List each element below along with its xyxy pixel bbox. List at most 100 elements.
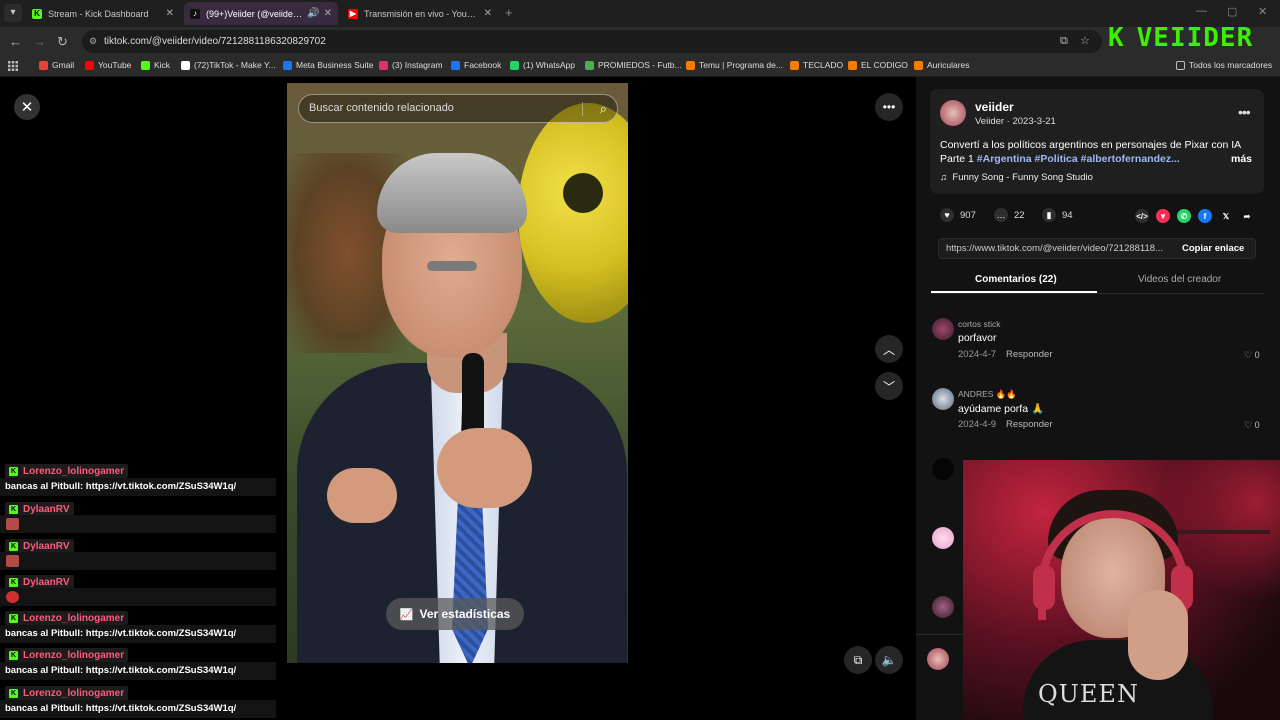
- chat-username-text: Lorenzo_lolinogamer: [23, 465, 125, 477]
- bookmark-label: Auriculares: [927, 60, 970, 70]
- chat-username: K Lorenzo_lolinogamer: [5, 464, 129, 478]
- bookmark-whatsapp[interactable]: (1) WhatsApp: [510, 60, 575, 70]
- bookmark-auriculares[interactable]: Auriculares: [914, 60, 970, 70]
- bookmark-meta[interactable]: Meta Business Suite: [283, 60, 373, 70]
- comment-button[interactable]: … 22: [994, 208, 1025, 222]
- volume-button[interactable]: 🔈: [875, 646, 903, 674]
- chat-username-text: Lorenzo_lolinogamer: [23, 687, 125, 699]
- reply-button[interactable]: Responder: [1006, 349, 1052, 360]
- bookmark-label: Facebook: [464, 60, 502, 70]
- apps-grid-icon[interactable]: [8, 61, 18, 71]
- kick-badge-icon: K: [9, 504, 18, 514]
- save-button[interactable]: ▮ 94: [1042, 208, 1073, 222]
- copy-link-button[interactable]: Copiar enlace: [1182, 243, 1244, 254]
- bookmark-temu[interactable]: Temu | Programa de...: [686, 60, 783, 70]
- bookmark-kick[interactable]: Kick: [141, 60, 170, 70]
- bookmark-facebook[interactable]: Facebook: [451, 60, 501, 70]
- reply-button[interactable]: Responder: [1006, 419, 1052, 430]
- tab-search-icon[interactable]: ▾: [4, 4, 22, 22]
- bookmark-instagram[interactable]: (3) Instagram: [379, 60, 443, 70]
- comment-username[interactable]: ANDRES 🔥🔥: [958, 389, 1017, 400]
- embed-icon[interactable]: </>: [1135, 209, 1149, 223]
- like-button[interactable]: ♥ 907: [940, 208, 976, 222]
- tab-creator-videos[interactable]: Videos del creador: [1138, 274, 1221, 285]
- meta-icon: [283, 60, 292, 70]
- bookmark-youtube[interactable]: YouTube: [85, 60, 131, 70]
- video-subject-hand: [437, 428, 532, 508]
- comment-username[interactable]: cortos stick: [958, 319, 1001, 329]
- chat-username-text: DylaanRV: [23, 576, 70, 588]
- emote-icon: [6, 591, 19, 603]
- all-bookmarks-button[interactable]: Todos los marcadores: [1176, 60, 1272, 70]
- author-name[interactable]: veiider: [975, 100, 1014, 114]
- bookmark-tiktok[interactable]: (72)TikTok - Make Y...: [181, 60, 276, 70]
- bookmark-label: Temu | Programa de...: [699, 60, 783, 70]
- chat-message: bancas al Pitbull: https://vt.tiktok.com…: [0, 662, 276, 680]
- x-icon[interactable]: 𝕏: [1219, 209, 1233, 223]
- expand-description-button[interactable]: más: [1231, 152, 1252, 166]
- comment-like-button[interactable]: ♡ 0: [1244, 350, 1260, 361]
- whatsapp-icon[interactable]: ✆: [1177, 209, 1191, 223]
- facebook-icon[interactable]: f: [1198, 209, 1212, 223]
- share-arrow-icon[interactable]: ➦: [1240, 209, 1254, 223]
- tab-title: Stream - Kick Dashboard: [48, 8, 149, 19]
- new-tab-button[interactable]: +: [505, 5, 513, 20]
- post-more-icon[interactable]: •••: [1238, 104, 1251, 120]
- instagram-icon: [379, 60, 388, 70]
- next-video-button[interactable]: ﹀: [875, 372, 903, 400]
- close-tab-icon[interactable]: ✕: [166, 8, 174, 19]
- bookmark-el-codigo[interactable]: EL CODIGO: [848, 60, 908, 70]
- music-note-icon: ♫: [940, 172, 948, 183]
- comment-avatar[interactable]: [932, 596, 954, 618]
- maximize-icon[interactable]: ▢: [1227, 5, 1237, 18]
- back-icon[interactable]: ←: [9, 34, 22, 49]
- close-tab-icon[interactable]: ✕: [324, 8, 332, 19]
- music-link[interactable]: ♫ Funny Song - Funny Song Studio: [940, 172, 1093, 183]
- comment-avatar[interactable]: [932, 318, 954, 340]
- close-window-icon[interactable]: ✕: [1258, 5, 1267, 18]
- emote-icon: [6, 518, 19, 530]
- close-tab-icon[interactable]: ✕: [484, 8, 492, 19]
- tab-youtube[interactable]: ▶ Transmisión en vivo - YouTube ✕: [342, 2, 498, 25]
- more-options-button[interactable]: •••: [875, 93, 903, 121]
- folder-icon: [848, 60, 857, 70]
- previous-video-button[interactable]: ︿: [875, 335, 903, 363]
- video-player[interactable]: [287, 83, 628, 663]
- folder-icon: [1176, 60, 1185, 70]
- related-search-input[interactable]: Buscar contenido relacionado ⌕: [298, 94, 618, 123]
- tab-kick-dashboard[interactable]: K Stream - Kick Dashboard ✕: [26, 2, 180, 25]
- tab-comments[interactable]: Comentarios (22): [975, 274, 1057, 285]
- streamer: QUEEN: [1023, 490, 1213, 720]
- send-icon[interactable]: ▼: [1156, 209, 1170, 223]
- bookmark-teclado[interactable]: TECLADO: [790, 60, 843, 70]
- bookmark-promiedos[interactable]: PROMIEDOS - Futb...: [585, 60, 682, 70]
- forward-icon[interactable]: →: [33, 34, 46, 49]
- author-avatar[interactable]: [940, 100, 966, 126]
- chevron-down-icon: ﹀: [882, 379, 895, 394]
- comment-icon: …: [994, 208, 1008, 222]
- comment-avatar[interactable]: [932, 458, 954, 480]
- url-input[interactable]: ⚙ tiktok.com/@veiider/video/721288118632…: [82, 30, 1102, 53]
- chat-username: K DylaanRV: [5, 539, 74, 553]
- bookmark-star-icon[interactable]: ☆: [1080, 30, 1090, 53]
- url-text: tiktok.com/@veiider/video/72128811863208…: [104, 36, 326, 47]
- close-viewer-button[interactable]: ✕: [14, 94, 40, 120]
- view-stats-button[interactable]: 📈 Ver estadísticas: [386, 598, 524, 630]
- comment-avatar[interactable]: [932, 527, 954, 549]
- kick-badge-icon: K: [9, 650, 18, 660]
- pip-button[interactable]: ⧉: [844, 646, 872, 674]
- audio-icon[interactable]: 🔊: [307, 8, 319, 19]
- minimize-icon[interactable]: —: [1196, 5, 1207, 17]
- tab-tiktok[interactable]: ♪ (99+)Veiider (@veiider) | Tik 🔊 ✕: [184, 2, 338, 25]
- reload-icon[interactable]: ↻: [57, 34, 68, 50]
- site-info-icon[interactable]: ⚙: [89, 30, 97, 53]
- search-icon[interactable]: ⌕: [600, 95, 607, 122]
- bookmark-gmail[interactable]: Gmail: [39, 60, 74, 70]
- kick-badge-icon: K: [9, 466, 18, 476]
- bookmarks-bar: Gmail YouTube Kick (72)TikTok - Make Y..…: [0, 56, 1280, 77]
- comment-like-button[interactable]: ♡ 0: [1244, 420, 1260, 431]
- description-hashtags[interactable]: #Argentina #Politica #albertofernandez..…: [977, 153, 1180, 165]
- chevron-up-icon: ︿: [882, 342, 895, 357]
- comment-avatar[interactable]: [932, 388, 954, 410]
- install-app-icon[interactable]: ⧉: [1060, 30, 1068, 53]
